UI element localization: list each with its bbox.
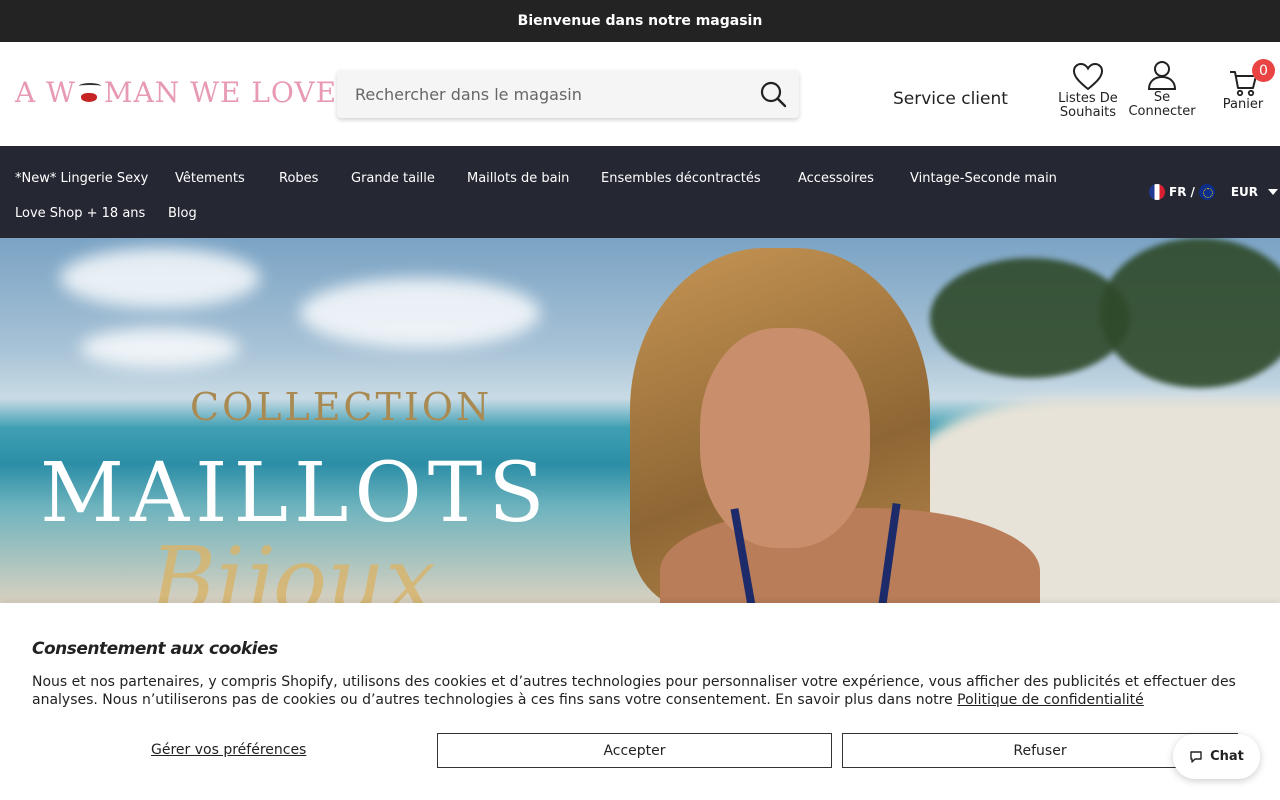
- caret-down-icon: [1268, 189, 1279, 195]
- hero-banner[interactable]: COLLECTION MAILLOTS Bijoux: [0, 238, 1280, 603]
- hero-cloud: [300, 278, 540, 348]
- cookie-title: Consentement aux cookies: [32, 639, 278, 659]
- announcement-bar: Bienvenue dans notre magasin: [0, 0, 1280, 42]
- nav-item-accessoires[interactable]: Accessoires: [798, 171, 874, 186]
- manage-preferences-button[interactable]: Gérer vos préférences: [151, 742, 306, 758]
- login-button[interactable]: Se Connecter: [1122, 59, 1202, 119]
- heart-icon: [1072, 62, 1104, 91]
- cart-count-badge: 0: [1252, 59, 1275, 82]
- nav-item-robes[interactable]: Robes: [279, 171, 318, 186]
- customer-service-link[interactable]: Service client: [893, 89, 1008, 109]
- nav-item-vintage[interactable]: Vintage-Seconde main: [910, 171, 1057, 186]
- nav-item-grande-taille[interactable]: Grande taille: [351, 171, 435, 186]
- search-input[interactable]: [337, 70, 737, 118]
- hero-cloud: [60, 248, 260, 308]
- privacy-policy-link[interactable]: Politique de confidentialité: [957, 692, 1144, 708]
- accept-cookies-button[interactable]: Accepter: [437, 733, 832, 768]
- locale-selector[interactable]: FR / EUR: [1149, 184, 1279, 200]
- nav-item-vetements[interactable]: Vêtements: [175, 171, 245, 186]
- locale-separator: /: [1190, 185, 1195, 199]
- login-label-2: Connecter: [1128, 104, 1196, 119]
- eu-flag-icon: [1198, 184, 1215, 200]
- nav-item-lingerie[interactable]: *New* Lingerie Sexy: [15, 171, 148, 186]
- hero-palm: [1100, 238, 1280, 388]
- user-icon: [1147, 61, 1177, 90]
- hero-cloud: [80, 328, 240, 368]
- cart-label: Panier: [1222, 97, 1264, 112]
- nav-item-ensembles[interactable]: Ensembles décontractés: [601, 171, 761, 186]
- france-flag-icon: [1149, 184, 1165, 200]
- main-navigation: [0, 146, 1280, 238]
- nav-item-love-shop[interactable]: Love Shop + 18 ans: [15, 206, 145, 221]
- chat-label: Chat: [1210, 749, 1244, 764]
- search-icon[interactable]: [759, 80, 787, 108]
- wishlist-button[interactable]: Listes De Souhaits: [1054, 62, 1122, 120]
- wishlist-label-1: Listes De: [1058, 91, 1118, 106]
- wishlist-label-2: Souhaits: [1059, 105, 1117, 120]
- hero-model-face: [700, 328, 870, 548]
- logo-text-end: MAN WE LOVE: [103, 75, 338, 109]
- announcement-text: Bienvenue dans notre magasin: [517, 13, 763, 29]
- site-header: A W MAN WE LOVE Service client Listes De …: [0, 42, 1280, 146]
- hero-title-collection: COLLECTION: [190, 385, 493, 429]
- cookie-consent-banner: Consentement aux cookies Nous et nos par…: [0, 603, 1280, 800]
- logo-text-start: A W: [15, 75, 76, 109]
- hero-title-bijoux: Bijoux: [150, 528, 436, 603]
- lips-icon: [77, 81, 103, 103]
- store-logo[interactable]: A W MAN WE LOVE: [15, 75, 338, 109]
- language-label: FR: [1169, 185, 1187, 199]
- search-bar: [337, 70, 799, 118]
- nav-item-blog[interactable]: Blog: [168, 206, 197, 221]
- login-label-1: Se: [1153, 90, 1171, 105]
- currency-label: EUR: [1230, 185, 1259, 199]
- nav-item-maillots[interactable]: Maillots de bain: [467, 171, 569, 186]
- chat-bubble-icon: [1190, 750, 1202, 763]
- chat-button[interactable]: Chat: [1173, 734, 1260, 779]
- cookie-text: Nous et nos partenaires, y compris Shopi…: [32, 673, 1242, 709]
- hero-title-maillots: MAILLOTS: [40, 446, 551, 541]
